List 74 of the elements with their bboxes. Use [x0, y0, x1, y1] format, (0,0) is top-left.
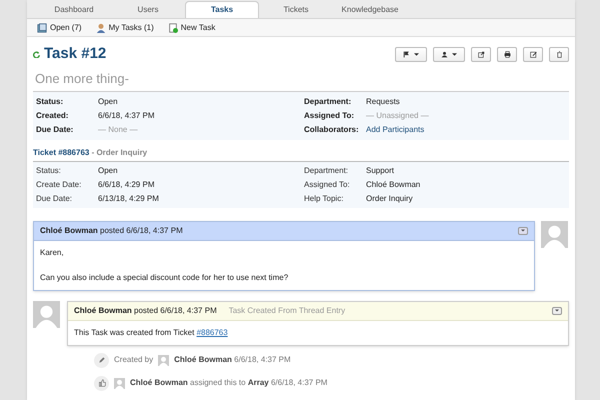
caret-icon [414, 52, 419, 56]
avatar-icon [33, 300, 60, 328]
field-value: Order Inquiry [366, 192, 413, 204]
avatar-icon [541, 220, 568, 248]
field-label: Create Date: [36, 178, 82, 190]
nav-tab[interactable]: Knowledgebase [333, 1, 407, 18]
trash-icon [556, 50, 562, 58]
field-value: Open [98, 164, 118, 176]
subnav-link[interactable]: My Tasks (1) [96, 22, 154, 34]
caret-icon [521, 229, 525, 232]
field-value: 6/6/18, 4:37 PM [98, 110, 154, 122]
field-label: Due Date: [36, 192, 74, 204]
field-value: 6/13/18, 4:29 PM [98, 192, 159, 204]
caret-icon [555, 309, 559, 312]
nav-tab[interactable]: Tasks [185, 1, 259, 18]
nav-tab[interactable]: Dashboard [37, 1, 111, 18]
thumbs-up-icon [98, 379, 106, 387]
field-value: 6/6/18, 4:29 PM [98, 178, 154, 190]
note-text: This Task was created from Ticket [74, 328, 196, 336]
field-label: Help Topic: [304, 192, 344, 204]
event-label: Created by [114, 354, 154, 366]
subnav-link[interactable]: Open (7) [37, 22, 82, 34]
person-icon [96, 22, 106, 32]
person-icon [441, 50, 448, 58]
message-text: Karen, [40, 246, 65, 258]
field-label: Collaborators: [304, 124, 360, 136]
caret-icon [452, 52, 457, 56]
pencil-icon [98, 356, 106, 364]
field-value: — None — [98, 124, 138, 136]
note-header: Chloé Bowman posted 6/6/18, 4:37 PM [74, 304, 217, 316]
message-header: Chloé Bowman posted 6/6/18, 4:37 PM [40, 224, 183, 236]
nav-tab[interactable]: Tickets [259, 1, 333, 18]
field-value: Open [98, 96, 118, 108]
share-button[interactable] [471, 46, 491, 62]
event-text: Chloé Bowman 6/6/18, 4:37 PM [174, 354, 291, 366]
dropdown-button[interactable] [518, 226, 528, 234]
folders-icon [37, 22, 47, 32]
refresh-icon [33, 50, 40, 58]
field-label: Status: [36, 96, 64, 108]
edit-icon [530, 50, 536, 58]
person-button[interactable] [433, 46, 465, 62]
nav-tab[interactable]: Users [111, 1, 185, 18]
add-participants-link[interactable]: Add Participants [366, 124, 424, 136]
ticket-subject: - Order Inquiry [90, 148, 148, 156]
note-tag: Task Created From Thread Entry [228, 304, 346, 316]
message-text: Can you also include a special discount code for her to use next time? [40, 272, 290, 284]
avatar-icon [158, 354, 170, 366]
field-label: Assigned To: [304, 178, 351, 190]
field-label: Assigned To: [304, 110, 356, 122]
task-subject: One more thing- [34, 70, 130, 88]
avatar-icon [114, 378, 125, 388]
field-value: Support [366, 164, 394, 176]
share-icon [478, 50, 484, 58]
dropdown-button[interactable] [552, 306, 562, 314]
ticket-link[interactable]: #886763 [196, 328, 228, 336]
edit-button[interactable] [523, 46, 543, 62]
document-icon [168, 22, 178, 32]
ticket-link[interactable]: Ticket #886763 [33, 148, 90, 156]
event-text: Chloé Bowman assigned this to Array 6/6/18, 4:37 PM [130, 377, 328, 389]
field-label: Department: [304, 164, 350, 176]
field-label: Department: [304, 96, 352, 108]
flag-icon [403, 50, 410, 58]
print-icon [504, 50, 510, 58]
field-value: Requests [366, 96, 400, 108]
field-label: Created: [36, 110, 70, 122]
field-label: Status: [36, 164, 62, 176]
trash-button[interactable] [549, 46, 569, 62]
flag-button[interactable] [395, 46, 427, 62]
field-value: Chloé Bowman [366, 178, 420, 190]
print-button[interactable] [497, 46, 517, 62]
field-label: Due Date: [36, 124, 74, 136]
field-value: — Unassigned — [366, 110, 429, 122]
task-title: Task #12 [44, 44, 106, 64]
subnav-link[interactable]: New Task [168, 22, 216, 34]
